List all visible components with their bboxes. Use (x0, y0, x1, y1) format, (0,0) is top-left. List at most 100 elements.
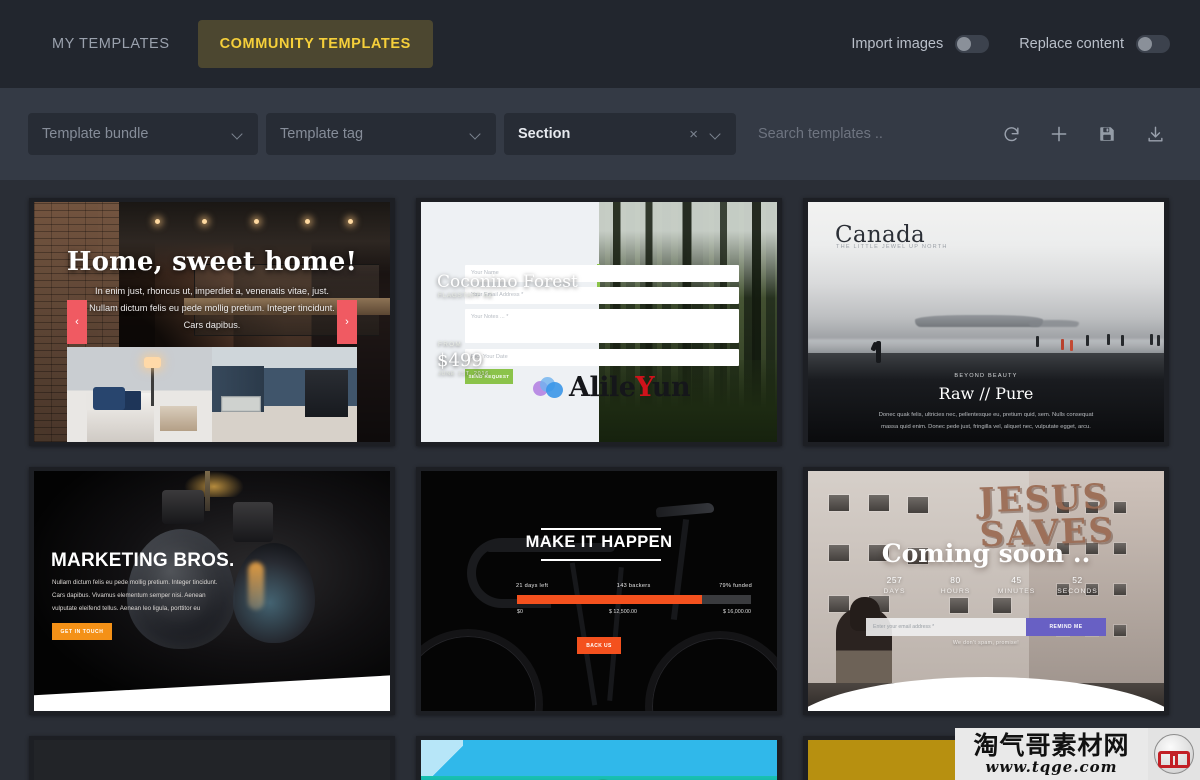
card-location: FLAGSTAFF AZ (438, 293, 494, 299)
countdown-seconds: 52 SECONDS (1047, 575, 1108, 595)
download-icon[interactable] (1142, 121, 1168, 147)
countdown-timer: 257 DAYS 80 HOURS 45 MINUTES 52 SECONDS (864, 575, 1108, 595)
remind-me-button[interactable]: REMIND ME (1026, 618, 1106, 636)
card-preview: MAKE IT HAPPEN 21 days left 143 backers … (421, 471, 777, 711)
section-select[interactable]: Section × (504, 113, 736, 155)
field-placeholder: Pick Your Date (471, 354, 508, 360)
remind-me-form: Enter your email address * REMIND ME (866, 618, 1106, 636)
import-images-toggle[interactable] (955, 35, 990, 53)
carousel-prev-button[interactable]: ‹ (67, 300, 87, 344)
dark-wedge (1057, 740, 1164, 780)
template-bundle-select[interactable]: Template bundle (28, 113, 258, 155)
beach-preview (421, 740, 777, 780)
header-options: Import images Replace content (851, 35, 1170, 53)
card-preview: Home, sweet home! In enim just, rhoncus … (34, 202, 390, 442)
card-kicker: BEYOND BEAUTY (954, 373, 1018, 379)
toggle-knob (1138, 37, 1152, 51)
stat-funded: 79% funded (719, 583, 752, 589)
countdown-days-label: DAYS (883, 588, 906, 595)
dark-preview (34, 740, 390, 780)
countdown-hours: 80 HOURS (925, 575, 986, 595)
hallway-thumb (212, 347, 357, 442)
clear-section-icon[interactable]: × (689, 127, 698, 142)
bulb-cord (204, 471, 210, 511)
toggle-knob (957, 37, 972, 51)
card-preview: JESUS SAVES Coming soon .. 257 DAYS 80 H… (808, 471, 1164, 711)
card-title: Coconino Forest (437, 272, 578, 292)
template-card-partial-2[interactable] (416, 736, 782, 780)
foreground-person (875, 341, 881, 364)
card-subtitle: THE LITTLE JEWEL UP NORTH (836, 244, 948, 250)
chevron-down-icon (470, 128, 482, 140)
progress-bar (517, 595, 751, 604)
template-card-make-it-happen[interactable]: MAKE IT HAPPEN 21 days left 143 backers … (416, 467, 782, 715)
template-card-coconino-forest[interactable]: Your Name Your Email Address * Your Note… (416, 198, 782, 446)
tab-my-templates[interactable]: MY TEMPLATES (30, 20, 192, 68)
template-tag-value: Template tag (280, 126, 364, 142)
distant-cliff-2 (1028, 319, 1079, 327)
card-preview: Your Name Your Email Address * Your Note… (421, 202, 777, 442)
countdown-hours-value: 80 (950, 575, 961, 585)
toolbar-actions (998, 121, 1172, 147)
replace-content-label: Replace content (1019, 36, 1124, 52)
card-body: Nullam dictum felis eu pede mollig preti… (52, 579, 218, 612)
template-grid: Home, sweet home! In enim just, rhoncus … (0, 180, 1200, 780)
bedroom-thumb (67, 347, 212, 442)
template-card-canada[interactable]: Canada THE LITTLE JEWEL UP NORTH BEYOND … (803, 198, 1169, 446)
card-preview (34, 740, 390, 780)
countdown-days: 257 DAYS (864, 575, 925, 595)
template-card-home-sweet-home[interactable]: Home, sweet home! In enim just, rhoncus … (29, 198, 395, 446)
tab-community-templates[interactable]: COMMUNITY TEMPLATES (197, 20, 433, 68)
countdown-seconds-value: 52 (1072, 575, 1083, 585)
no-spam-note: We don't spam, promise! (952, 640, 1020, 646)
template-tabs: MY TEMPLATES COMMUNITY TEMPLATES (30, 20, 433, 68)
title-rule-bottom (541, 559, 661, 561)
card-heading: Raw // Pure (938, 384, 1034, 403)
back-us-button[interactable]: BACK US (577, 637, 621, 654)
card-title: MARKETING BROS. (51, 550, 235, 571)
save-icon[interactable] (1094, 121, 1120, 147)
bulb-cap-a (162, 490, 205, 525)
field-placeholder: Your Notes ... * (471, 314, 509, 320)
bulb-filament (247, 562, 264, 611)
carousel-next-button[interactable]: › (337, 300, 357, 344)
field-your-notes[interactable]: Your Notes ... * (465, 309, 739, 343)
email-input[interactable]: Enter your email address * (866, 618, 1026, 636)
image-carousel (67, 347, 357, 442)
card-preview: Canada THE LITTLE JEWEL UP NORTH BEYOND … (808, 202, 1164, 442)
distant-cliff (914, 314, 1043, 327)
search-templates-input[interactable]: Search templates .. (744, 113, 984, 155)
top-header: MY TEMPLATES COMMUNITY TEMPLATES Import … (0, 0, 1200, 88)
price-value: $499 (437, 350, 483, 371)
refresh-icon[interactable] (998, 121, 1024, 147)
field-pick-your-date[interactable]: Pick Your Date (465, 349, 739, 366)
card-preview (421, 740, 777, 780)
replace-content-group: Replace content (1019, 35, 1170, 53)
amount-raised: $ 12,500.00 (608, 609, 637, 615)
card-title: Home, sweet home! (66, 247, 358, 277)
countdown-minutes-label: MINUTES (997, 588, 1036, 595)
replace-content-toggle[interactable] (1136, 35, 1170, 53)
template-tag-select[interactable]: Template tag (266, 113, 496, 155)
corner-triangle (421, 740, 463, 780)
price-from-label: FROM (438, 341, 463, 348)
card-body: In enim just, rhoncus ut, imperdiet a, v… (89, 286, 335, 330)
template-card-partial-1[interactable] (29, 736, 395, 780)
card-body-line-1: Donec quak felis, ultricies nec, pellent… (878, 412, 1094, 418)
template-card-partial-3[interactable] (803, 736, 1169, 780)
card-body: Donec quak felis, ultricies nec, pellent… (850, 409, 1122, 433)
countdown-minutes: 45 MINUTES (986, 575, 1047, 595)
card-preview: MARKETING BROS. Nullam dictum felis eu p… (34, 471, 390, 711)
card-date: JUNE 1ST, 2016 (438, 371, 490, 377)
get-in-touch-button[interactable]: GET IN TOUCH (52, 623, 112, 640)
amount-min: $0 (517, 609, 523, 615)
import-images-label: Import images (851, 36, 944, 52)
card-body-line-2: massa quid enim. Donec pede just, fringi… (881, 424, 1091, 430)
campaign-amounts: $0 $ 12,500.00 $ 16,000.00 (517, 609, 751, 615)
template-card-coming-soon[interactable]: JESUS SAVES Coming soon .. 257 DAYS 80 H… (803, 467, 1169, 715)
amount-goal: $ 16,000.00 (723, 609, 751, 615)
campaign-stats: 21 days left 143 backers 79% funded (516, 583, 752, 589)
template-card-marketing-bros[interactable]: MARKETING BROS. Nullam dictum felis eu p… (29, 467, 395, 715)
plus-icon[interactable] (1046, 121, 1072, 147)
chevron-down-icon (232, 128, 244, 140)
